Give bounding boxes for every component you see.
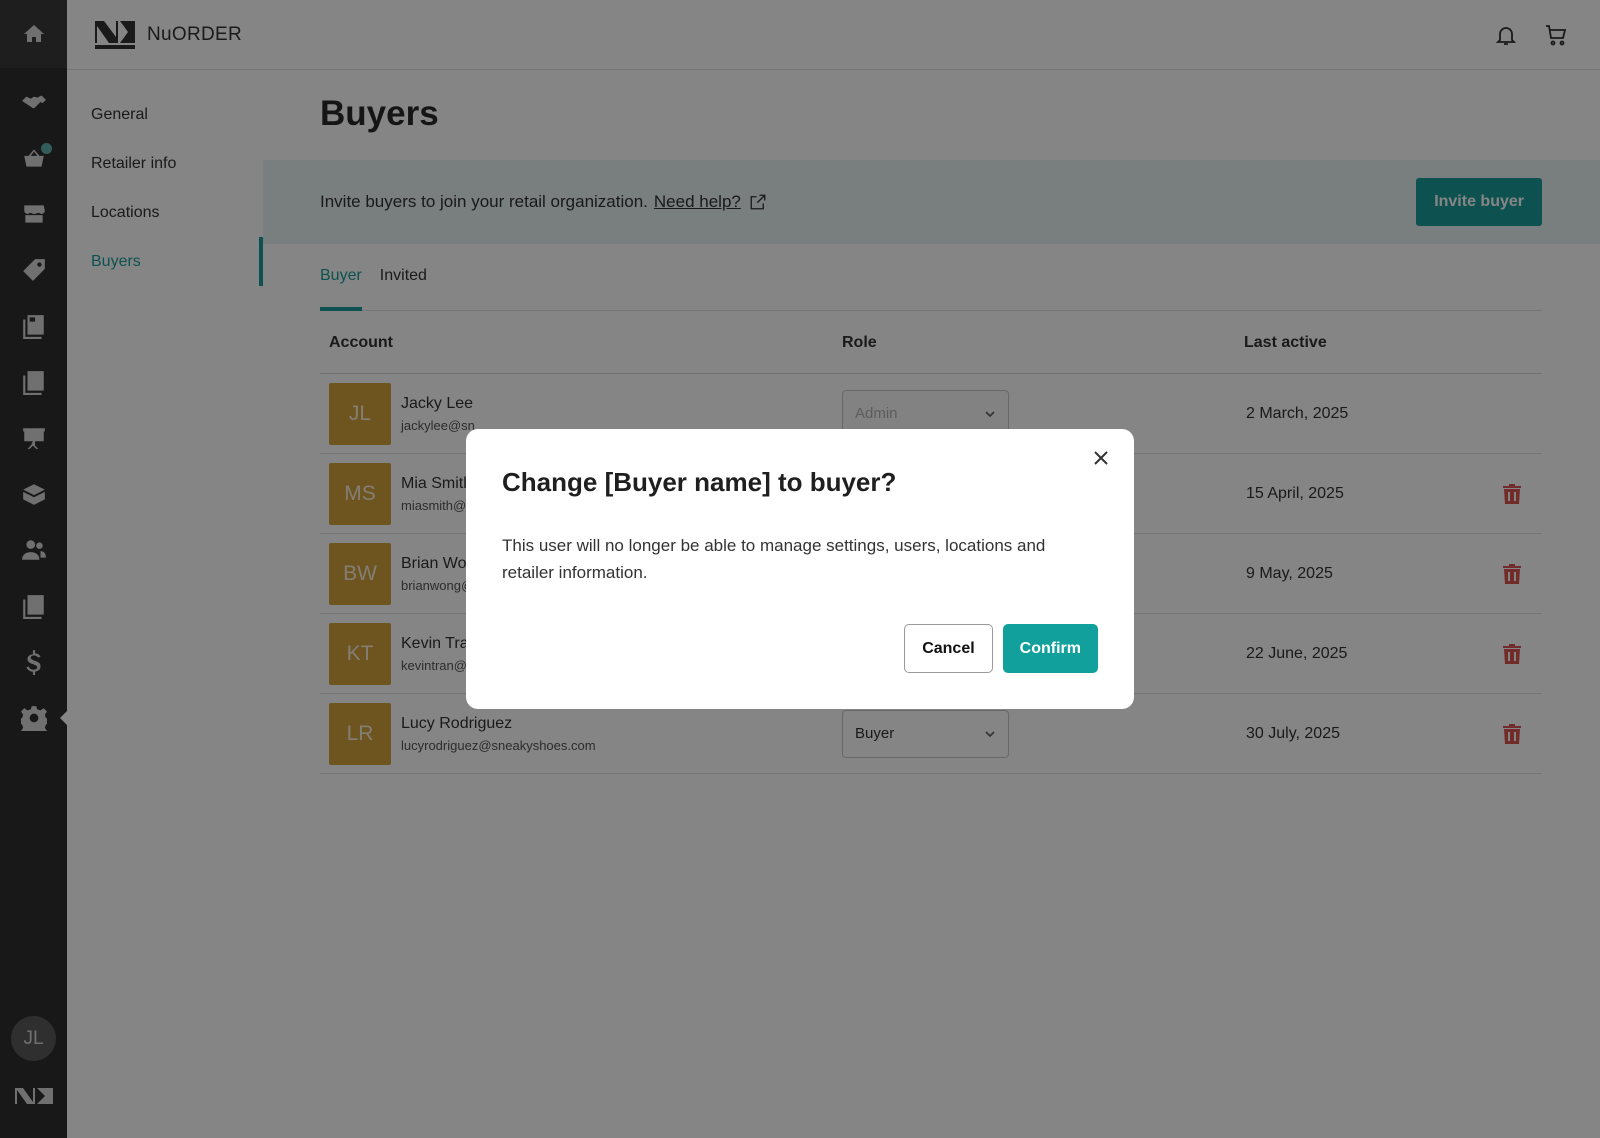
close-button[interactable]: [1090, 447, 1112, 469]
confirm-button[interactable]: Confirm: [1002, 624, 1098, 673]
close-icon: [1094, 451, 1108, 465]
dialog-message: This user will no longer be able to mana…: [502, 536, 1046, 582]
cancel-button[interactable]: Cancel: [904, 624, 993, 673]
confirm-role-change-dialog: Change [Buyer name] to buyer? This user …: [466, 429, 1134, 709]
dialog-title: Change [Buyer name] to buyer?: [502, 467, 897, 497]
